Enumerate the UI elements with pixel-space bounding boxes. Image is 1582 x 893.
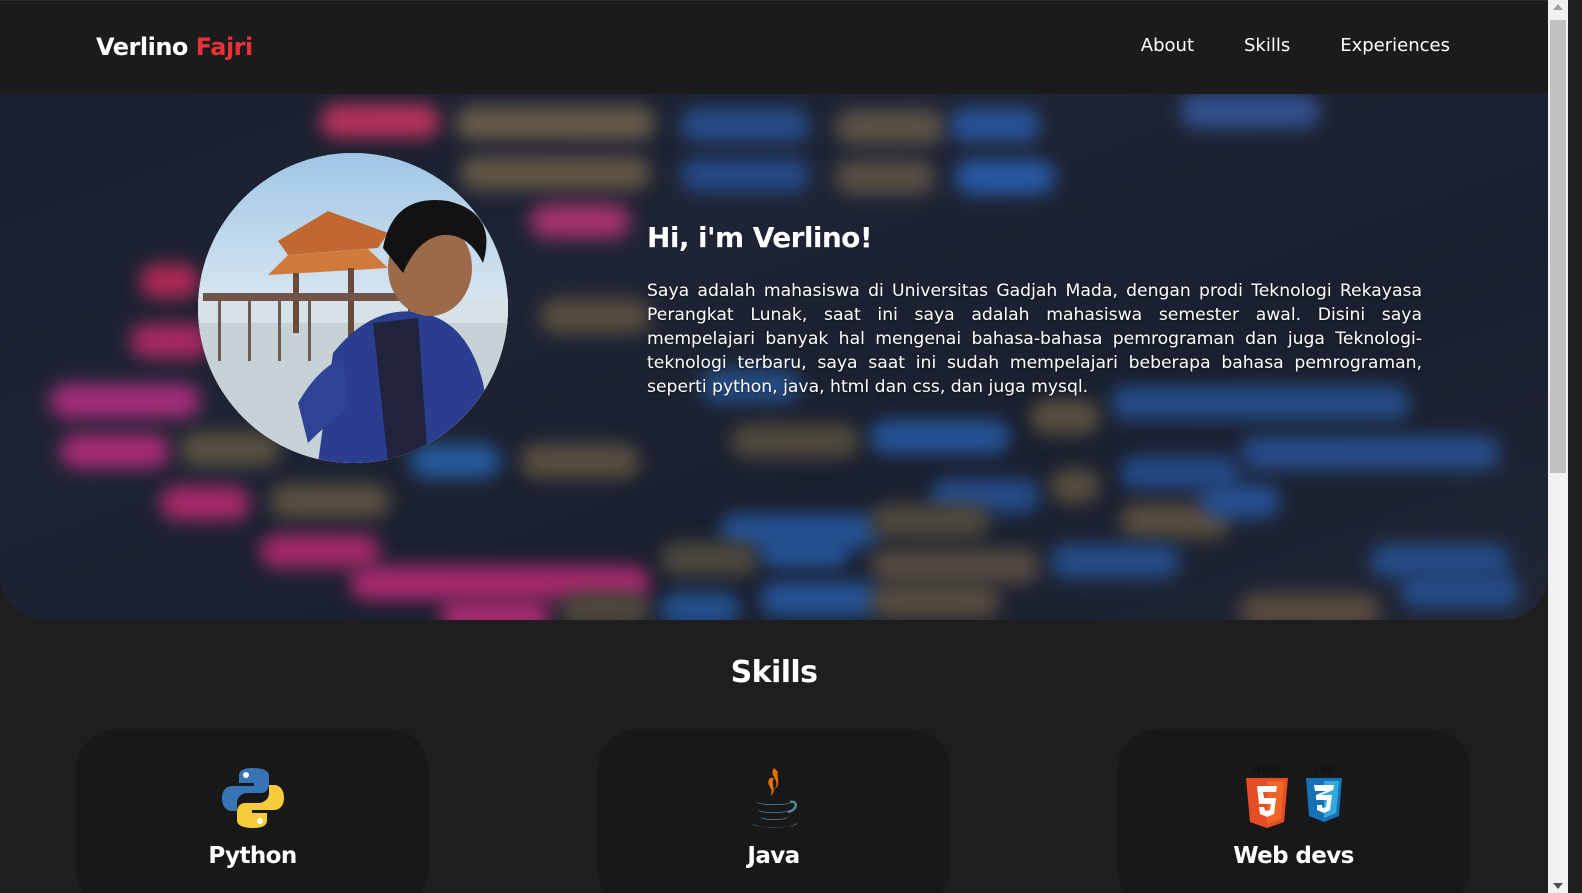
hero-title: Hi, i'm Verlino! <box>647 221 873 254</box>
hero-section: Hi, i'm Verlino! Saya adalah mahasiswa d… <box>0 94 1548 620</box>
skills-title: Skills <box>730 655 818 690</box>
brand-logo[interactable]: Verlino Fajri <box>96 33 253 61</box>
scroll-up-arrow-icon[interactable] <box>1553 4 1563 10</box>
skill-card-java: Java <box>597 729 950 893</box>
skill-label-python: Python <box>208 843 297 869</box>
java-logo-icon <box>751 768 798 828</box>
hero-description: Saya adalah mahasiswa di Universitas Gad… <box>647 281 1422 397</box>
python-logo-icon <box>221 768 284 828</box>
skill-card-python: Python <box>76 729 429 893</box>
profile-photo <box>198 153 508 463</box>
vertical-scrollbar[interactable] <box>1548 0 1568 893</box>
skill-card-web-devs: HTML CSS Web devs <box>1117 729 1470 893</box>
scrollbar-thumb[interactable] <box>1550 20 1566 473</box>
nav-menu: About Skills Experiences <box>1141 35 1450 56</box>
hero-text: Hi, i'm Verlino! Saya adalah mahasiswa d… <box>647 221 1422 399</box>
brand-last-name: Fajri <box>195 33 253 61</box>
nav-link-experiences[interactable]: Experiences <box>1340 35 1450 56</box>
navbar: Verlino Fajri About Skills Experiences <box>0 0 1548 94</box>
html5-logo-text: HTML <box>1252 766 1281 776</box>
css3-logo-text: CSS <box>1314 766 1333 776</box>
nav-link-skills[interactable]: Skills <box>1244 35 1290 56</box>
skill-label-web-devs: Web devs <box>1233 843 1354 869</box>
css3-logo-icon: CSS <box>1305 766 1342 822</box>
brand-first-name: Verlino <box>96 33 188 61</box>
scroll-down-arrow-icon[interactable] <box>1553 883 1563 889</box>
skill-label-java: Java <box>747 843 800 869</box>
html5-logo-icon: HTML <box>1245 766 1288 828</box>
page: Verlino Fajri About Skills Experiences H… <box>0 0 1548 893</box>
nav-link-about[interactable]: About <box>1141 35 1194 56</box>
